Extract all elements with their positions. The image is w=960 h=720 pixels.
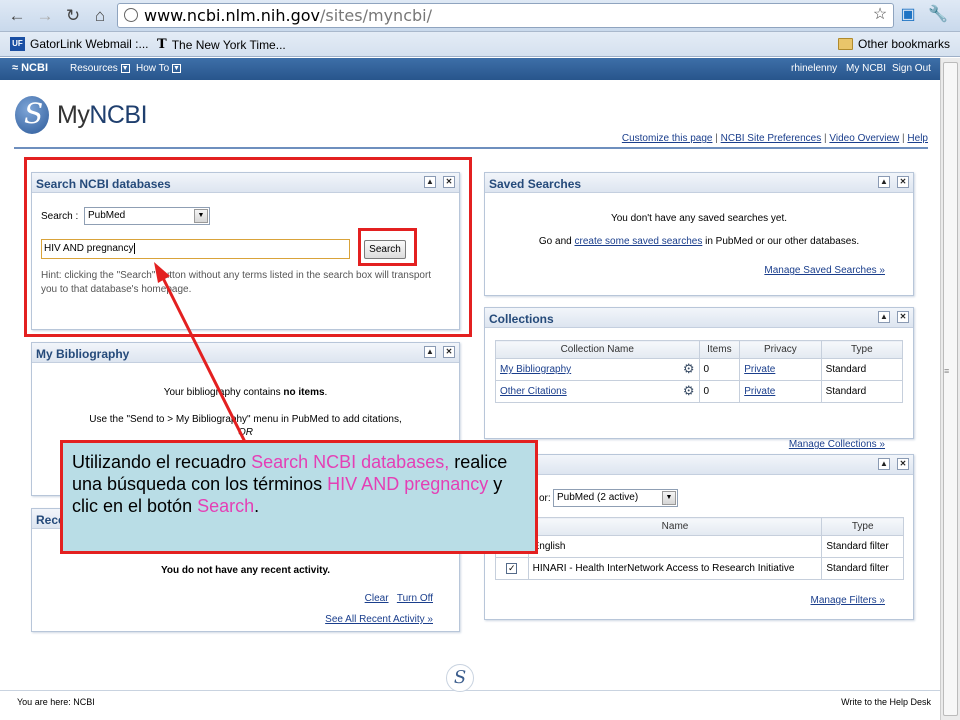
arrow-head <box>154 262 170 283</box>
page-footer: S You are here: NCBI Write to the Help D… <box>0 664 940 720</box>
callout-arrow <box>154 262 275 499</box>
ncbi-helix-icon[interactable]: S <box>446 664 474 692</box>
callout-highlight: HIV AND pregnancy <box>327 474 489 494</box>
instruction-callout: Utilizando el recuadro Search NCBI datab… <box>60 440 538 554</box>
help-desk-link[interactable]: Write to the Help Desk <box>841 697 931 707</box>
callout-text: . <box>254 496 260 516</box>
breadcrumb-label: You are here: <box>17 697 71 707</box>
breadcrumb: You are here: NCBI <box>17 697 95 707</box>
callout-highlight: Search <box>197 496 255 516</box>
callout-text: Utilizando el recuadro <box>72 452 252 472</box>
callout-highlight: Search NCBI databases, <box>251 452 450 472</box>
breadcrumb-ncbi-link[interactable]: NCBI <box>73 697 95 707</box>
